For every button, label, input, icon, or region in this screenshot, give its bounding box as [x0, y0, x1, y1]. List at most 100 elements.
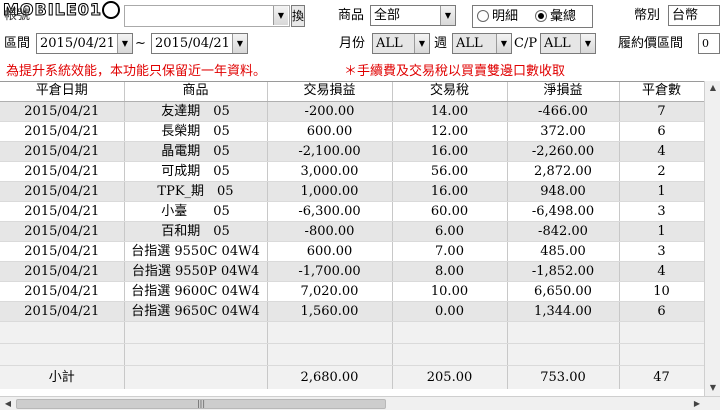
table-row[interactable]: 2015/04/21 小臺 05 -6,300.00 60.00 -6,498.00 3 — [0, 201, 705, 222]
cell-close-date: 2015/04/21 — [0, 221, 125, 242]
chevron-down-icon[interactable]: ▼ — [414, 34, 429, 53]
col-header-tax[interactable]: 交易稅 — [392, 82, 508, 102]
table-header-row: 平倉日期 商品 交易損益 交易稅 淨損益 平倉數 — [0, 82, 705, 102]
month-label: 月份 — [339, 36, 366, 51]
empty-cell — [619, 321, 705, 344]
cell-close-qty: 6 — [619, 121, 705, 142]
subtotal-row: 小計 2,680.00 205.00 753.00 47 — [0, 365, 705, 389]
col-header-product[interactable]: 商品 — [124, 82, 268, 102]
col-header-trade-pnl[interactable]: 交易損益 — [267, 82, 393, 102]
month-select[interactable]: ALL ▼ — [372, 33, 430, 54]
cell-product: 台指選 9600C 04W4 — [124, 281, 268, 302]
cell-close-qty: 1 — [619, 181, 705, 202]
date-to-value: 2015/04/21 — [155, 36, 230, 51]
currency-label: 幣別 — [634, 8, 661, 23]
account-select[interactable]: ▼ — [124, 5, 290, 27]
retention-notice: 為提升系統效能，本功能只保留近一年資料。 — [6, 64, 267, 79]
cell-close-date: 2015/04/21 — [0, 101, 125, 122]
cell-close-qty: 2 — [619, 161, 705, 182]
period-label: 區間 — [4, 36, 31, 51]
cell-product: 長榮期 05 — [124, 121, 268, 142]
table-row[interactable]: 2015/04/21 晶電期 05 -2,100.00 16.00 -2,260.00 4 — [0, 141, 705, 162]
subtotal-label: 小計 — [0, 365, 125, 389]
cell-trade-pnl: 1,000.00 — [267, 181, 393, 202]
table-row[interactable]: 2015/04/21 台指選 9650C 04W4 1,560.00 0.00 1,34… — [0, 301, 705, 322]
table-row[interactable]: 2015/04/21 長榮期 05 600.00 12.00 372.00 6 — [0, 121, 705, 142]
cell-close-date: 2015/04/21 — [0, 261, 125, 282]
table-row[interactable]: 2015/04/21 台指選 9550P 04W4 -1,700.00 8.00 -1,… — [0, 261, 705, 282]
cell-net-pnl: 372.00 — [507, 121, 620, 142]
table-row[interactable]: 2015/04/21 百和期 05 -800.00 6.00 -842.00 1 — [0, 221, 705, 242]
chevron-down-icon[interactable]: ▼ — [232, 34, 247, 53]
cell-product: 晶電期 05 — [124, 141, 268, 162]
radio-on-icon[interactable] — [535, 10, 547, 22]
cell-tax: 7.00 — [392, 241, 508, 262]
empty-row — [0, 321, 705, 344]
query-button[interactable]: 換 — [291, 5, 305, 27]
cell-trade-pnl: -1,700.00 — [267, 261, 393, 282]
table-row[interactable]: 2015/04/21 台指選 9550C 04W4 600.00 7.00 485.00… — [0, 241, 705, 262]
cp-select[interactable]: ALL ▼ — [540, 33, 596, 54]
cell-tax: 8.00 — [392, 261, 508, 282]
scroll-up-icon[interactable]: ▲ — [706, 81, 720, 94]
scroll-left-icon[interactable]: ◀ — [1, 397, 15, 410]
cell-trade-pnl: -6,300.00 — [267, 201, 393, 222]
empty-cell — [619, 343, 705, 366]
chevron-down-icon[interactable]: ▼ — [117, 34, 132, 53]
col-header-close-qty[interactable]: 平倉數 — [619, 82, 705, 102]
subtotal-empty — [124, 365, 268, 389]
chevron-down-icon[interactable]: ▼ — [273, 6, 288, 25]
week-select[interactable]: ALL ▼ — [452, 33, 512, 54]
subtotal-trade-pnl: 2,680.00 — [267, 365, 393, 389]
empty-cell — [267, 321, 393, 344]
chevron-down-icon[interactable]: ▼ — [580, 34, 595, 53]
cell-close-date: 2015/04/21 — [0, 161, 125, 182]
strike-input[interactable]: 0 — [698, 33, 720, 54]
cell-product: TPK_期 05 — [124, 181, 268, 202]
radio-detail[interactable]: 明細 — [477, 9, 518, 25]
scroll-right-icon[interactable]: ▶ — [690, 397, 704, 410]
table-row[interactable]: 2015/04/21 TPK_期 05 1,000.00 16.00 948.00 1 — [0, 181, 705, 202]
date-from-value: 2015/04/21 — [40, 36, 115, 51]
cell-trade-pnl: 7,020.00 — [267, 281, 393, 302]
product-select[interactable]: 全部 ▼ — [370, 5, 456, 26]
subtotal-tax: 205.00 — [392, 365, 508, 389]
cell-trade-pnl: -800.00 — [267, 221, 393, 242]
strike-input-value: 0 — [702, 37, 709, 50]
scroll-thumb[interactable]: ||| — [16, 399, 386, 409]
date-from-select[interactable]: 2015/04/21 ▼ — [36, 33, 133, 54]
chevron-down-icon[interactable]: ▼ — [440, 6, 455, 25]
radio-summary[interactable]: 彙總 — [535, 9, 576, 25]
scroll-down-icon[interactable]: ▼ — [706, 381, 720, 394]
cell-close-date: 2015/04/21 — [0, 121, 125, 142]
week-select-value: ALL — [456, 36, 483, 51]
cell-net-pnl: 6,650.00 — [507, 281, 620, 302]
cell-close-qty: 1 — [619, 221, 705, 242]
vertical-scrollbar[interactable]: ▲ ▼ — [704, 81, 720, 396]
cell-net-pnl: -466.00 — [507, 101, 620, 122]
subtotal-close-qty: 47 — [619, 365, 705, 389]
week-label: 週 — [434, 36, 448, 51]
radio-summary-label: 彙總 — [550, 9, 577, 24]
radio-off-icon[interactable] — [477, 10, 489, 22]
col-header-close-date[interactable]: 平倉日期 — [0, 82, 125, 102]
cp-select-value: ALL — [544, 36, 571, 51]
results-table: 平倉日期 商品 交易損益 交易稅 淨損益 平倉數 2015/04/21 友達期 0… — [0, 82, 705, 389]
view-mode-group: 明細 彙總 — [472, 5, 593, 28]
cell-close-qty: 4 — [619, 261, 705, 282]
col-header-net-pnl[interactable]: 淨損益 — [507, 82, 620, 102]
table-row[interactable]: 2015/04/21 友達期 05 -200.00 14.00 -466.00 7 — [0, 101, 705, 122]
horizontal-scrollbar[interactable]: ◀ ||| ▶ — [0, 396, 720, 410]
empty-cell — [0, 321, 125, 344]
table-row[interactable]: 2015/04/21 可成期 05 3,000.00 56.00 2,872.00 2 — [0, 161, 705, 182]
cell-tax: 6.00 — [392, 221, 508, 242]
product-select-value: 全部 — [374, 8, 401, 23]
cell-tax: 12.00 — [392, 121, 508, 142]
cell-net-pnl: 2,872.00 — [507, 161, 620, 182]
subtotal-net-pnl: 753.00 — [507, 365, 620, 389]
cell-product: 友達期 05 — [124, 101, 268, 122]
currency-select[interactable]: 台幣 — [668, 5, 720, 26]
table-row[interactable]: 2015/04/21 台指選 9600C 04W4 7,020.00 10.00 6,6… — [0, 281, 705, 302]
date-to-select[interactable]: 2015/04/21 ▼ — [151, 33, 248, 54]
chevron-down-icon[interactable]: ▼ — [496, 34, 511, 53]
